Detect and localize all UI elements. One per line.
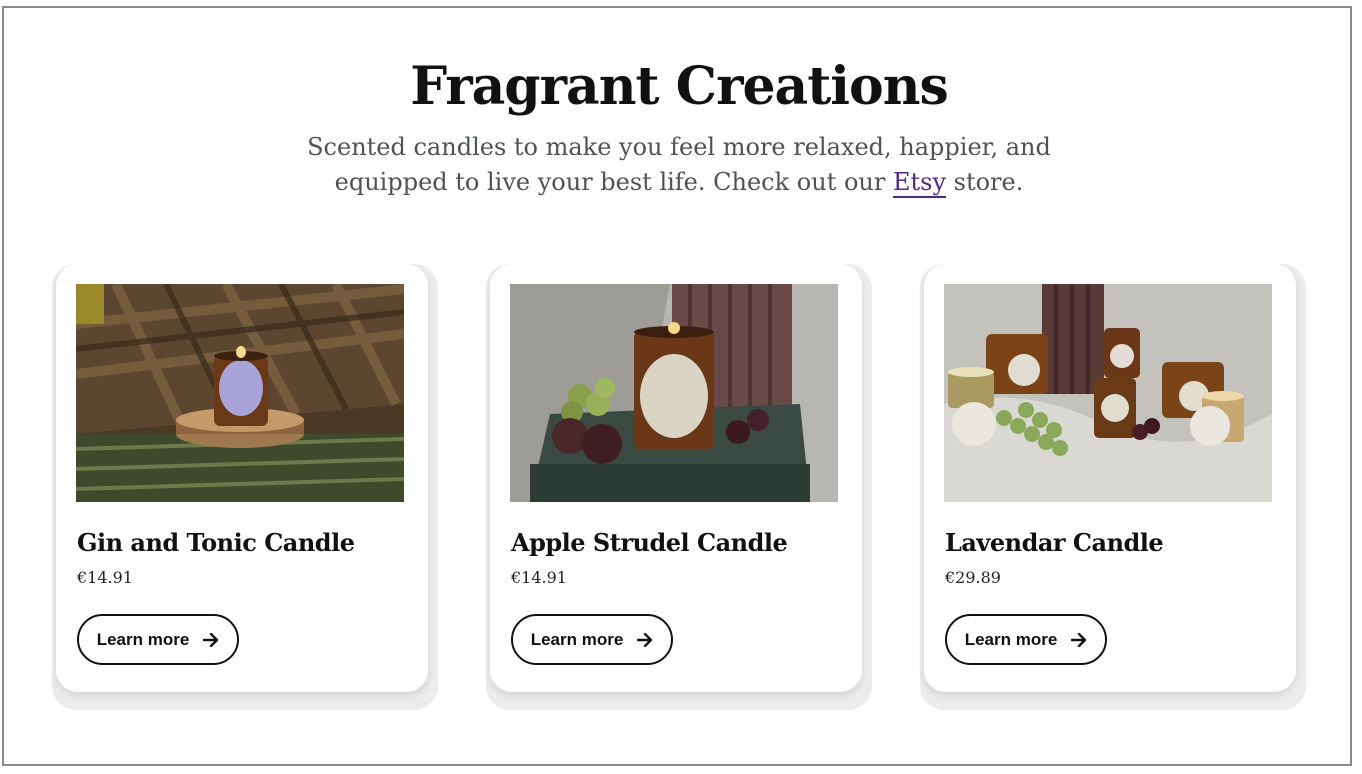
lavendar-candle-image bbox=[944, 284, 1272, 502]
product-price: €29.89 bbox=[945, 568, 1001, 587]
etsy-link[interactable]: Etsy bbox=[892, 168, 947, 198]
learn-more-button[interactable]: Learn more bbox=[945, 614, 1107, 665]
lavendar-candle-photo-icon bbox=[944, 284, 1272, 502]
product-card: Lavendar Candle €29.89 Learn more bbox=[924, 264, 1296, 692]
product-card: Apple Strudel Candle €14.91 Learn more bbox=[490, 264, 862, 692]
page-title: Fragrant Creations bbox=[410, 56, 949, 117]
product-price: €14.91 bbox=[77, 568, 133, 587]
page-subtitle: Scented candles to make you feel more re… bbox=[264, 130, 1094, 200]
learn-more-button[interactable]: Learn more bbox=[77, 614, 239, 665]
apple-strudel-candle-photo-icon bbox=[510, 284, 838, 502]
gin-tonic-candle-photo-icon bbox=[76, 284, 404, 502]
product-title: Lavendar Candle bbox=[945, 528, 1164, 557]
arrow-right-icon bbox=[1071, 632, 1087, 647]
product-card-shadow: Lavendar Candle €29.89 Learn more bbox=[920, 264, 1306, 710]
gin-tonic-candle-image bbox=[76, 284, 404, 502]
subtitle-text-end: store. bbox=[946, 168, 1024, 196]
product-title: Gin and Tonic Candle bbox=[77, 528, 355, 557]
learn-more-label: Learn more bbox=[964, 629, 1058, 649]
learn-more-button[interactable]: Learn more bbox=[511, 614, 673, 665]
product-price: €14.91 bbox=[511, 568, 567, 587]
learn-more-label: Learn more bbox=[530, 629, 624, 649]
arrow-right-icon bbox=[203, 632, 219, 647]
arrow-right-icon bbox=[637, 632, 653, 647]
page-frame: Fragrant Creations Scented candles to ma… bbox=[2, 6, 1352, 766]
product-title: Apple Strudel Candle bbox=[511, 528, 788, 557]
product-card: Gin and Tonic Candle €14.91 Learn more bbox=[56, 264, 428, 692]
product-card-shadow: Apple Strudel Candle €14.91 Learn more bbox=[486, 264, 872, 710]
product-card-shadow: Gin and Tonic Candle €14.91 Learn more bbox=[52, 264, 438, 710]
apple-strudel-candle-image bbox=[510, 284, 838, 502]
learn-more-label: Learn more bbox=[96, 629, 190, 649]
